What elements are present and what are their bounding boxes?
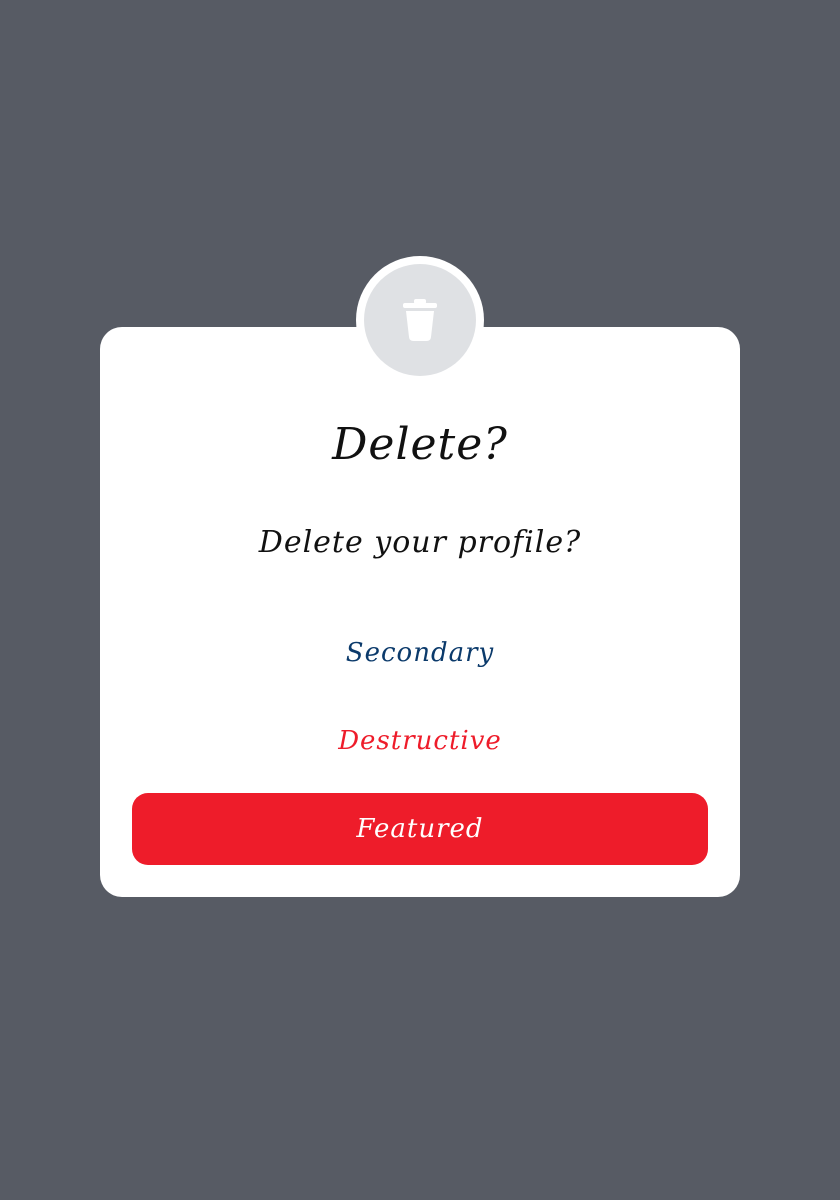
delete-dialog: Delete? Delete your profile? Secondary D… [100,327,740,897]
page-backdrop: { "dialog": { "icon": "trash-icon", "tit… [0,0,840,1200]
dialog-icon-badge [356,256,484,384]
secondary-button[interactable]: Secondary [310,627,530,679]
featured-button[interactable]: Featured [132,793,708,865]
dialog-title: Delete? [332,419,508,470]
icon-circle [364,264,476,376]
trash-icon [403,299,437,341]
dialog-message: Delete your profile? [258,525,582,560]
destructive-button[interactable]: Destructive [310,715,530,767]
